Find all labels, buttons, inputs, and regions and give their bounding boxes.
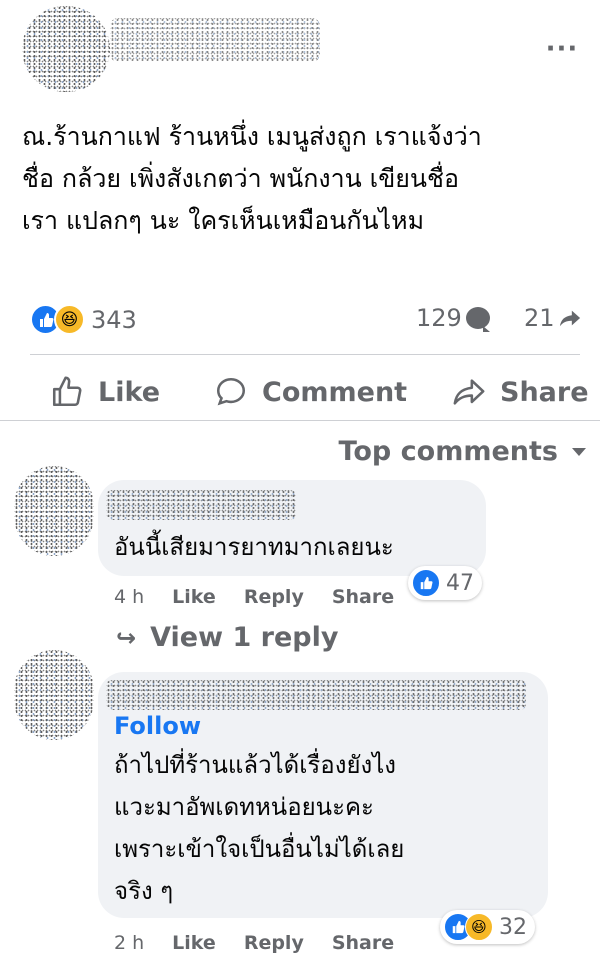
comment-meta: 2 h Like Reply Share [114, 932, 422, 954]
comment-bubble: Follow ถ้าไปที่ร้านแล้วได้เรื่องยังไง แว… [98, 672, 548, 918]
comment-time[interactable]: 4 h [114, 586, 144, 608]
thumbs-up-icon [52, 376, 82, 407]
commenter-name-blurred[interactable] [106, 680, 526, 710]
commenter-avatar-blurred[interactable] [14, 466, 94, 556]
reply-arrow-icon: ↪ [116, 623, 137, 652]
reaction-count: 343 [91, 305, 137, 334]
comment-reply-button[interactable]: Reply [244, 586, 304, 608]
comment-bubble-icon [465, 307, 490, 332]
comment-text-line: เพราะเข้าใจเป็นอื่นไม่ได้เลย [114, 835, 405, 863]
share-label: Share [500, 376, 589, 408]
haha-reaction-icon: 😆 [54, 304, 85, 335]
share-button[interactable]: Share [452, 366, 589, 418]
post-stats: 😆 343 129 21 [0, 298, 600, 342]
comment-like-button[interactable]: Like [172, 586, 216, 608]
comment-text-line: แวะมาอัพเดทหน่อยนะคะ [114, 793, 374, 821]
comment-text: ถ้าไปที่ร้านแล้วได้เรื่องยังไง แวะมาอัพเ… [114, 744, 404, 912]
like-label: Like [98, 376, 161, 408]
comment-bubble: อันนี้เสียมารยาทมากเลยนะ [98, 480, 486, 576]
comment-label: Comment [262, 376, 408, 408]
haha-reaction-icon: 😆 [465, 913, 493, 941]
post-text-line: เรา แปลกๆ นะ ใครเห็นเหมือนกันไหม [22, 206, 425, 235]
sort-label: Top comments [338, 436, 558, 467]
comment-text-line: จริง ๆ [114, 877, 174, 905]
top-comments-dropdown[interactable]: Top comments [339, 436, 586, 467]
comment-text: อันนี้เสียมารยาทมากเลยนะ [114, 533, 394, 561]
post-text-line: ชื่อ กล้วย เพิ่งสังเกตว่า พนักงาน เขียนช… [22, 164, 459, 193]
view-reply-label: View 1 reply [150, 622, 339, 653]
comment-meta: 4 h Like Reply Share [114, 586, 422, 608]
post-header: ··· [0, 0, 600, 110]
commenter-avatar-blurred[interactable] [14, 650, 94, 740]
post-text: ณ.ร้านกาแฟ ร้านหนึ่ง เมนูส่งถูก เราแจ้งว… [22, 116, 582, 242]
divider [30, 354, 580, 355]
comment-time[interactable]: 2 h [114, 932, 144, 954]
share-count[interactable]: 21 [524, 304, 581, 332]
post-actions: Like Comment Share [0, 366, 600, 418]
comment-text-line: ถ้าไปที่ร้านแล้วได้เรื่องยังไง [114, 751, 397, 779]
like-button[interactable]: Like [50, 366, 160, 418]
commenter-name-blurred[interactable] [106, 490, 296, 520]
share-arrow-icon [559, 310, 580, 327]
comment-reaction-count: 32 [499, 914, 527, 940]
share-count-value: 21 [524, 304, 555, 332]
post-text-line: ณ.ร้านกาแฟ ร้านหนึ่ง เมนูส่งถูก เราแจ้งว… [22, 122, 482, 151]
follow-button[interactable]: Follow [114, 712, 201, 740]
comment-share-button[interactable]: Share [332, 586, 394, 608]
post-reactions[interactable]: 😆 343 [30, 304, 137, 335]
comment-reaction-count: 47 [446, 570, 474, 596]
comment-count-value: 129 [416, 304, 462, 332]
view-replies-button[interactable]: ↪ View 1 reply [116, 622, 338, 653]
comment-icon [216, 377, 246, 406]
author-avatar-blurred[interactable] [22, 6, 110, 92]
author-name-blurred[interactable] [110, 18, 320, 62]
more-options-button[interactable]: ··· [542, 34, 582, 64]
comment-share-button[interactable]: Share [332, 932, 394, 954]
comment-button[interactable]: Comment [214, 366, 407, 418]
share-icon [453, 379, 485, 405]
comment-count[interactable]: 129 [416, 304, 490, 332]
divider [0, 420, 600, 421]
chevron-down-icon [572, 447, 586, 456]
comment-reactions[interactable]: 😆 32 [440, 910, 535, 944]
comment-like-button[interactable]: Like [172, 932, 216, 954]
comment-reply-button[interactable]: Reply [244, 932, 304, 954]
